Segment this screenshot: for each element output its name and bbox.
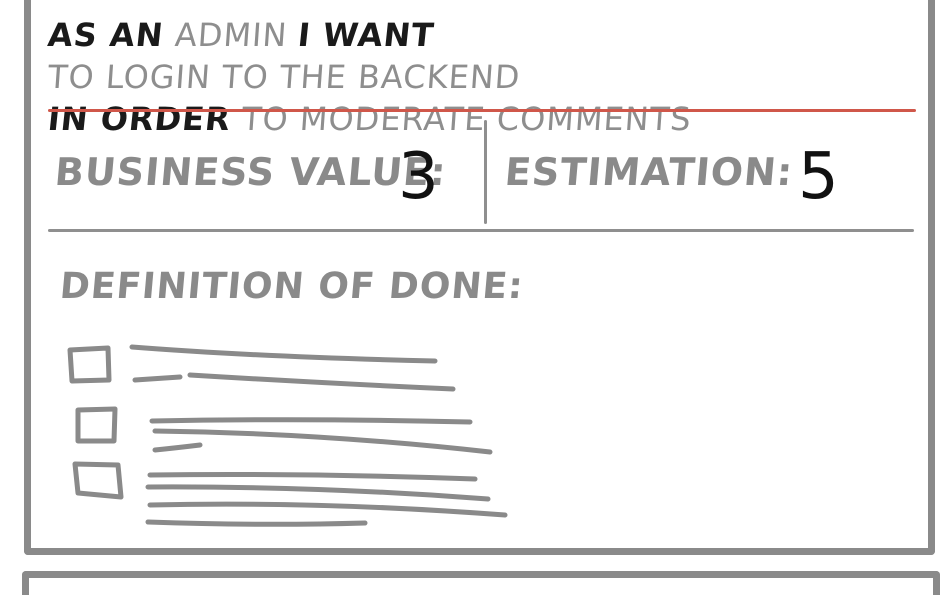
story-in-order: IN ORDER [46,100,233,138]
checkbox-icon [75,406,118,444]
checkbox-icon [72,461,124,500]
story-role: ADMIN [173,16,289,54]
next-card-edge [22,571,940,595]
story-as-an: AS AN [46,16,166,54]
definition-of-done-checklist [67,344,508,527]
placeholder-line [187,372,456,392]
checkbox-icon [67,345,112,384]
placeholder-line [152,428,493,455]
placeholder-line [147,472,478,482]
definition-of-done-label: DEFINITION OF DONE: [58,266,526,307]
story-goal: TO LOGIN TO THE BACKEND [46,58,522,96]
story-i-want: I WANT [296,16,437,54]
field-divider [484,120,487,224]
business-value: 3 [398,140,439,214]
estimation-value: 5 [798,140,839,214]
placeholder-line [129,344,438,364]
business-value-label: BUSINESS VALUE: [53,150,449,194]
fields-divider [48,229,914,232]
story-benefit: TO MODERATE COMMENTS [240,100,693,138]
header-divider [48,109,916,112]
estimation-label: ESTIMATION: [503,150,795,194]
placeholder-line [149,417,473,425]
user-story-text: AS AN ADMIN I WANT TO LOGIN TO THE BACKE… [46,14,908,140]
placeholder-line [152,442,203,453]
placeholder-line [132,374,183,383]
placeholder-line [145,484,491,502]
placeholder-line [145,519,368,527]
placeholder-line [147,501,508,518]
